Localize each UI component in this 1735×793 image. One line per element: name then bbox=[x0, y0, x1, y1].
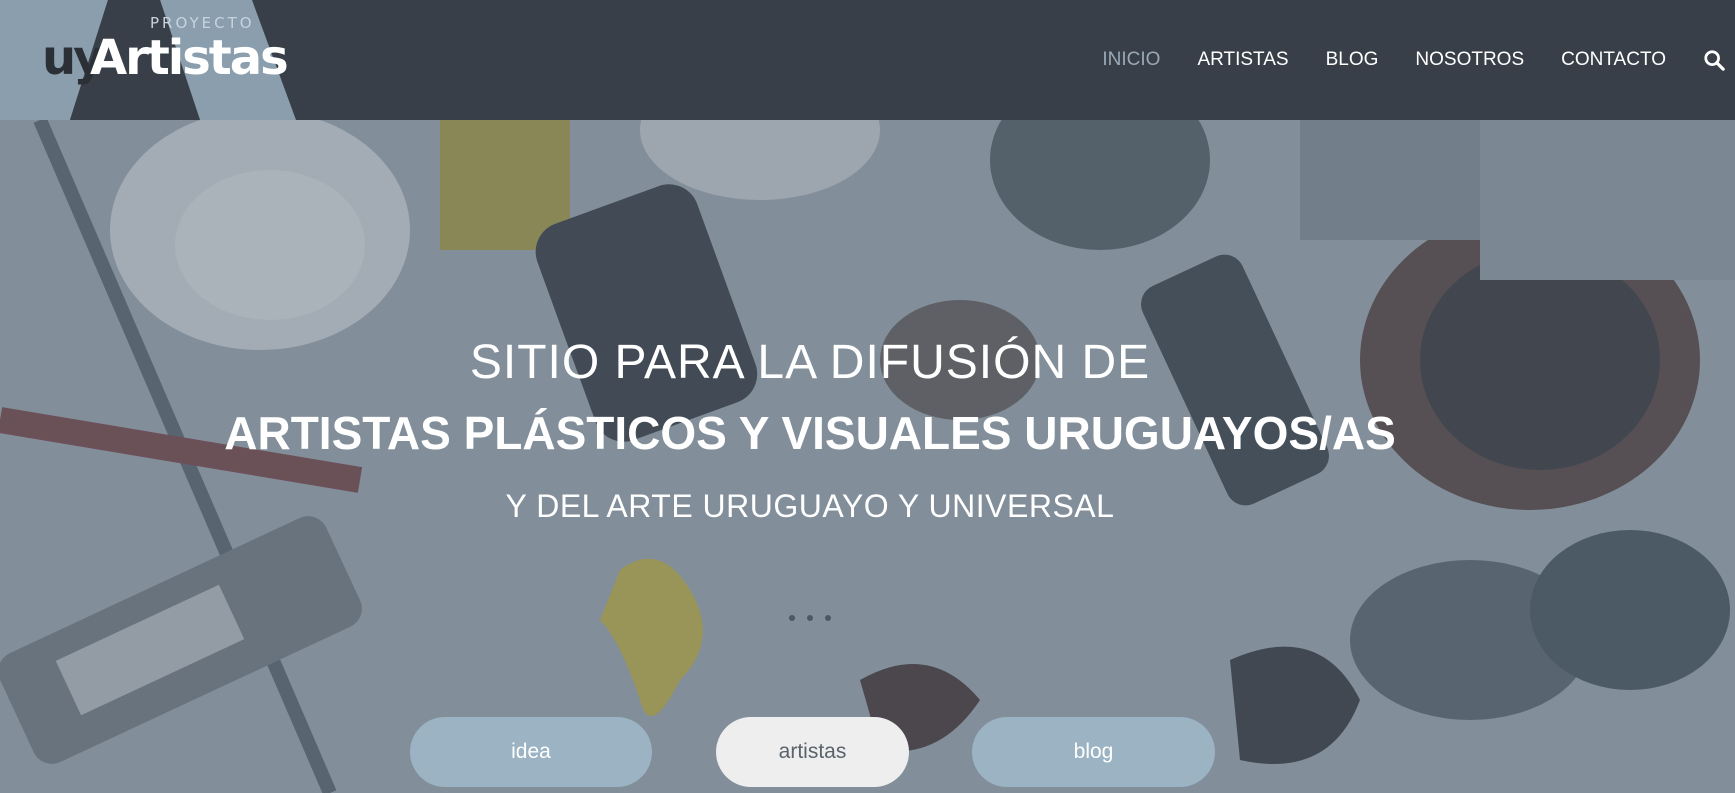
hero-heading-line1: SITIO PARA LA DIFUSIÓN DE bbox=[469, 336, 1151, 389]
slider-dot[interactable] bbox=[789, 615, 795, 621]
slider-dots bbox=[789, 615, 831, 621]
slider-dot[interactable] bbox=[825, 615, 831, 621]
site-header: PROYECTO uy Artistas INICIO ARTISTAS BLO… bbox=[0, 0, 1735, 120]
logo-link[interactable]: PROYECTO uy Artistas bbox=[0, 0, 289, 110]
slider-dot[interactable] bbox=[807, 615, 813, 621]
nav-nosotros[interactable]: NOSOTROS bbox=[1415, 49, 1524, 71]
hero-section: SITIO PARA LA DIFUSIÓN DE ARTISTAS PLÁST… bbox=[0, 120, 1735, 793]
blog-button[interactable]: blog bbox=[972, 717, 1215, 787]
hero-heading-line3: Y DEL ARTE URUGUAYO Y UNIVERSAL bbox=[505, 488, 1115, 524]
logo-artistas-text: Artistas bbox=[90, 30, 289, 86]
nav-inicio[interactable]: INICIO bbox=[1102, 49, 1160, 71]
nav-contacto[interactable]: CONTACTO bbox=[1561, 49, 1666, 71]
search-icon[interactable] bbox=[1703, 49, 1725, 71]
artistas-button[interactable]: artistas bbox=[716, 717, 909, 787]
hero-heading-line2: ARTISTAS PLÁSTICOS Y VISUALES URUGUAYOS/… bbox=[224, 407, 1396, 459]
nav-blog[interactable]: BLOG bbox=[1326, 49, 1379, 71]
idea-button[interactable]: idea bbox=[410, 717, 652, 787]
main-nav: INICIO ARTISTAS BLOG NOSOTROS CONTACTO bbox=[1102, 0, 1725, 120]
nav-artistas[interactable]: ARTISTAS bbox=[1197, 49, 1288, 71]
